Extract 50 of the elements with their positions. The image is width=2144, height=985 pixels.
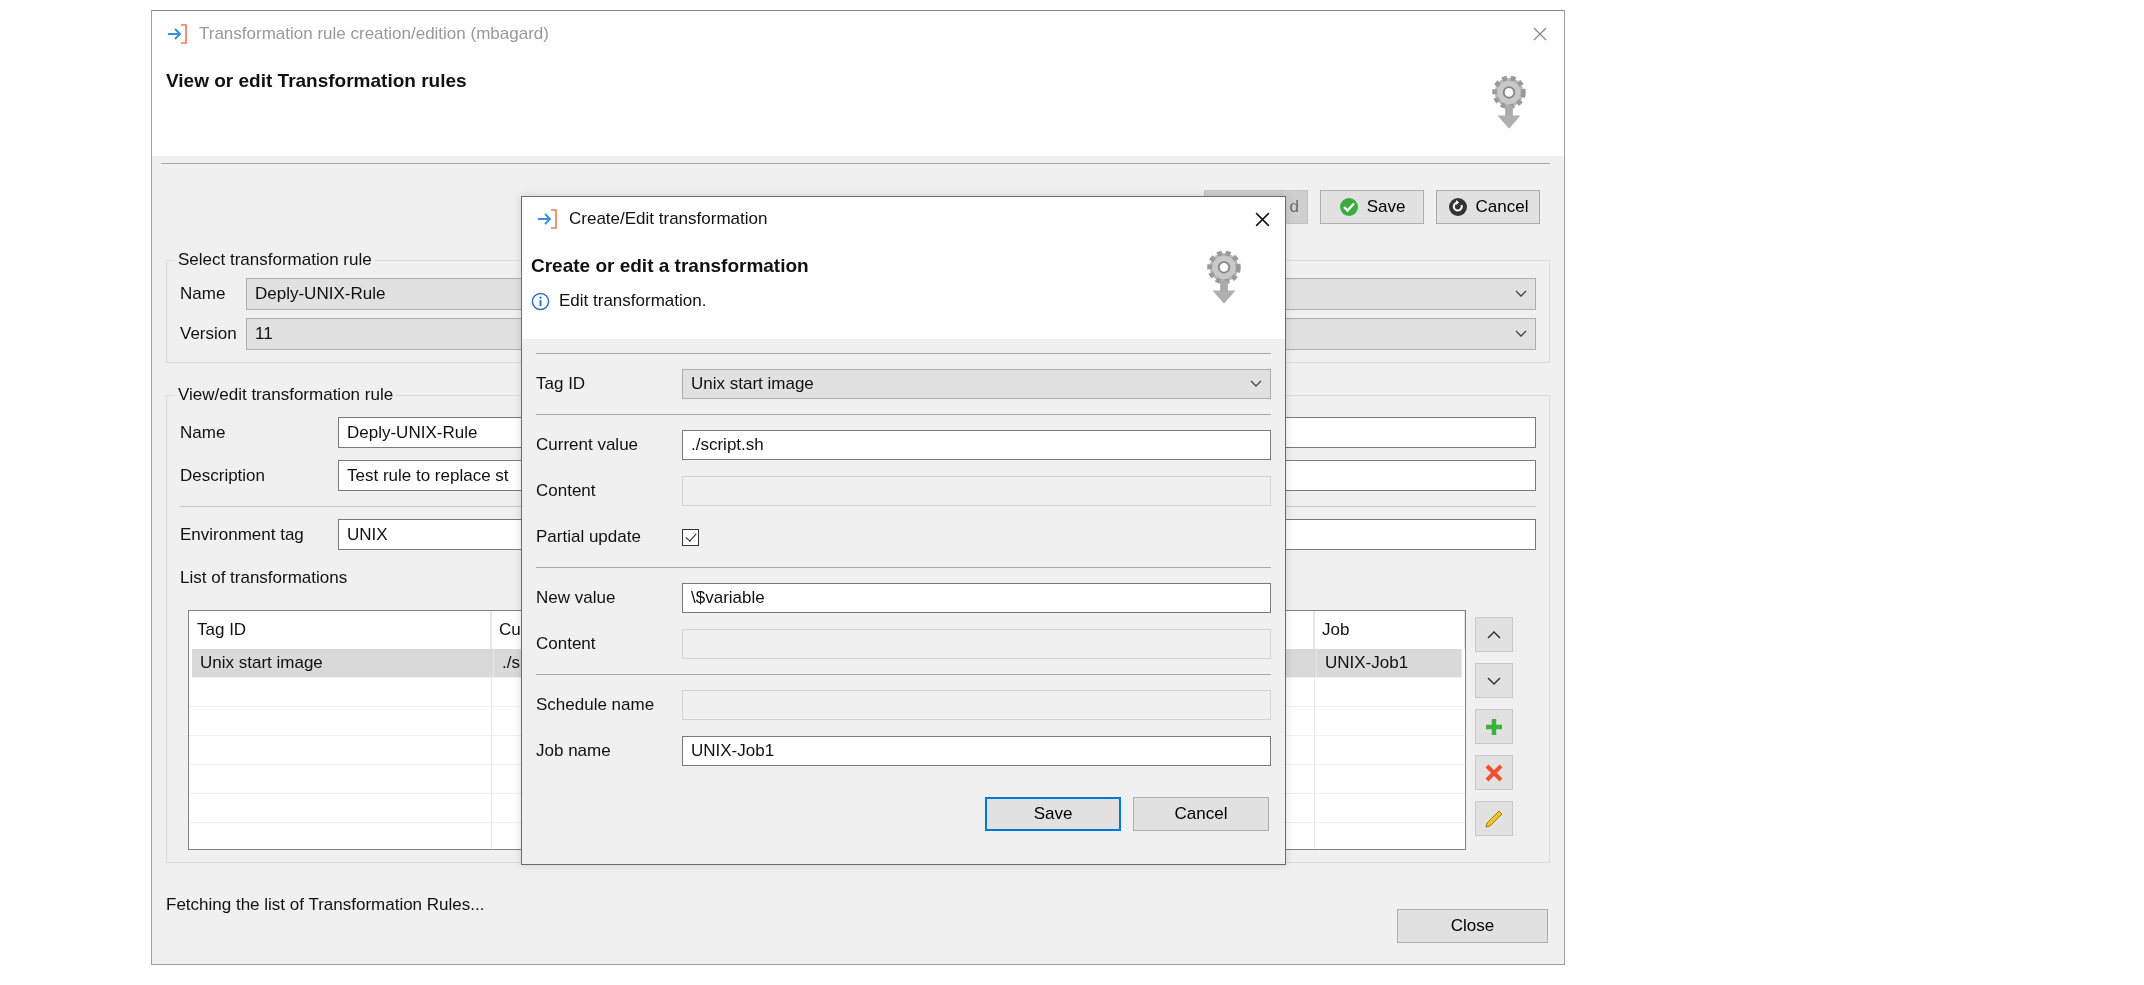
add-button[interactable] xyxy=(1475,709,1513,744)
group-legend: View/edit transformation rule xyxy=(175,385,397,405)
info-icon xyxy=(531,291,550,311)
dialog-title: Create/Edit transformation xyxy=(569,209,769,229)
app-icon xyxy=(166,21,190,46)
chevron-down-icon xyxy=(1250,380,1262,388)
checkbox[interactable] xyxy=(682,528,699,546)
field-label: Version xyxy=(180,324,238,344)
dropdown[interactable]: Unix start image xyxy=(682,369,1271,399)
move-down-button[interactable] xyxy=(1475,663,1513,698)
field-label: Job name xyxy=(536,741,612,761)
table-cell: UNIX-Job1 xyxy=(1317,649,1462,678)
field-label: Tag ID xyxy=(536,374,587,394)
plus-icon xyxy=(1484,716,1504,737)
field-label: New value xyxy=(536,588,617,608)
toolbar-button[interactable]: Cancel xyxy=(1436,190,1540,224)
page-heading: View or edit Transformation rules xyxy=(166,70,467,93)
undo-icon xyxy=(1447,197,1468,217)
status-text: Fetching the list of Transformation Rules... xyxy=(166,895,485,915)
field-label: Current value xyxy=(536,435,640,455)
pencil-icon xyxy=(1484,808,1504,829)
check-icon xyxy=(1338,197,1359,217)
toolbar-button[interactable]: Save xyxy=(1320,190,1424,224)
delete-icon xyxy=(1484,762,1504,783)
input-field[interactable]: \$variable xyxy=(682,583,1271,613)
close-button[interactable]: Close xyxy=(1397,909,1548,943)
table-cell: Unix start image xyxy=(192,649,494,678)
field-label: Content xyxy=(536,481,597,501)
window-title: Transformation rule creation/edition (mbagard) xyxy=(199,23,550,44)
field-label: Schedule name xyxy=(536,695,656,715)
dialog-heading: Create or edit a transformation xyxy=(531,255,809,277)
delete-button[interactable] xyxy=(1475,755,1513,790)
list-label: List of transformations xyxy=(180,568,348,588)
app-icon xyxy=(536,207,560,231)
close-icon[interactable] xyxy=(1254,210,1271,228)
chevron-down-icon xyxy=(1515,330,1527,338)
field-label: Description xyxy=(180,465,267,486)
cancel-button[interactable]: Cancel xyxy=(1133,797,1269,831)
edit-button[interactable] xyxy=(1475,801,1513,836)
save-button[interactable]: Save xyxy=(985,797,1121,831)
field-label: Partial update xyxy=(536,527,642,547)
group-legend: Select transformation rule xyxy=(175,250,375,270)
input-field[interactable]: UNIX-Job1 xyxy=(682,736,1271,766)
field-label: Name xyxy=(180,422,227,443)
chevron-down-icon xyxy=(1515,290,1527,298)
move-up-button[interactable] xyxy=(1475,617,1513,652)
info-text: Edit transformation. xyxy=(559,291,707,311)
field-label: Environment tag xyxy=(180,524,305,545)
input-field[interactable]: ./script.sh xyxy=(682,430,1271,460)
field-label: Name xyxy=(180,284,227,304)
